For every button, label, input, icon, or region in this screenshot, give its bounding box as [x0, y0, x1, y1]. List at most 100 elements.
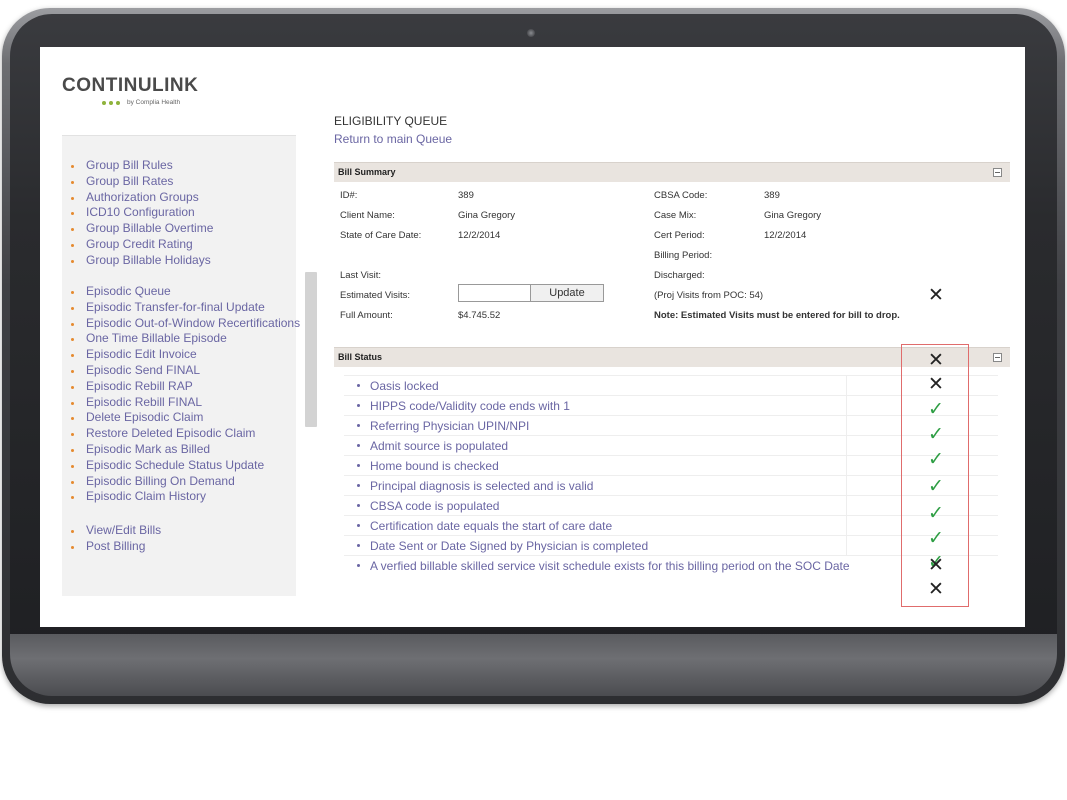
status-row-principal-diagnosis: Principal diagnosis is selected and is v…	[344, 475, 998, 496]
brand-logo: CONTINULINK by Complia Health	[62, 75, 199, 106]
estimated-visits-note: Note: Estimated Visits must be entered f…	[654, 310, 900, 321]
soc-date-label: State of Care Date:	[340, 230, 422, 241]
status-row-visit-schedule: A verfied billable skilled service visit…	[344, 555, 998, 576]
bullet-icon	[71, 196, 74, 200]
sidebar-item-episodic-edit-invoice[interactable]: Episodic Edit Invoice	[66, 347, 300, 363]
sidebar-item-authorization-groups[interactable]: Authorization Groups	[66, 190, 213, 206]
summary-x-icon: ✕	[928, 285, 944, 306]
bullet-icon	[71, 228, 74, 232]
bullet-icon	[357, 404, 360, 407]
bullet-icon	[71, 369, 74, 373]
bullet-icon	[357, 424, 360, 427]
bullet-icon	[71, 530, 74, 533]
update-button[interactable]: Update	[530, 284, 604, 302]
client-name-value: Gina Gregory	[458, 210, 516, 221]
bullet-icon	[71, 306, 74, 310]
bullet-icon	[357, 544, 360, 547]
client-name-label: Client Name:	[340, 210, 395, 221]
bullet-icon	[71, 259, 74, 263]
full-amount-label: Full Amount:	[340, 310, 393, 321]
sidebar-scrollbar[interactable]	[305, 272, 317, 427]
bullet-icon	[71, 322, 74, 326]
id-label: ID#:	[340, 190, 358, 201]
estimated-visits-label: Estimated Visits:	[340, 290, 411, 301]
sidebar-item-group-bill-rules[interactable]: Group Bill Rules	[66, 158, 213, 174]
full-amount-value: $4.745.52	[458, 310, 501, 321]
collapse-icon[interactable]	[993, 353, 1002, 362]
bullet-icon	[357, 524, 360, 527]
page-title: ELIGIBILITY QUEUE	[334, 114, 448, 128]
sidebar-nav: Group Bill Rules Group Bill Rates Author…	[62, 135, 300, 596]
bullet-icon	[71, 180, 74, 184]
status-highlight-box	[901, 344, 969, 607]
bullet-icon	[71, 338, 74, 342]
sidebar-item-episodic-rebill-final[interactable]: Episodic Rebill FINAL	[66, 395, 300, 411]
sidebar-item-episodic-claim-history[interactable]: Episodic Claim History	[66, 489, 300, 505]
sidebar-item-episodic-queue[interactable]: Episodic Queue	[66, 284, 300, 300]
logo-tagline: by Complia Health	[102, 99, 180, 106]
sidebar-item-group-billable-overtime[interactable]: Group Billable Overtime	[66, 221, 213, 237]
bullet-icon	[71, 243, 74, 247]
soc-date-value: 12/2/2014	[458, 230, 501, 241]
bullet-icon	[71, 480, 74, 484]
bullet-icon	[357, 384, 360, 387]
bullet-icon	[357, 484, 360, 487]
bullet-icon	[71, 448, 74, 452]
bullet-icon	[71, 433, 74, 437]
sidebar-item-view-edit-bills[interactable]: View/Edit Bills	[66, 523, 161, 539]
sidebar-item-one-time-billable[interactable]: One Time Billable Episode	[66, 331, 300, 347]
sidebar-item-delete-episodic-claim[interactable]: Delete Episodic Claim	[66, 410, 300, 426]
sidebar-item-group-credit-rating[interactable]: Group Credit Rating	[66, 237, 213, 253]
logo-wordmark: CONTINULINK	[62, 75, 199, 96]
case-mix-label: Case Mix:	[654, 210, 697, 221]
return-to-queue-link[interactable]: Return to main Queue	[334, 132, 452, 146]
sidebar-item-episodic-rebill-rap[interactable]: Episodic Rebill RAP	[66, 379, 300, 395]
sidebar-item-episodic-mark-billed[interactable]: Episodic Mark as Billed	[66, 442, 300, 458]
sidebar-item-episodic-transfer[interactable]: Episodic Transfer-for-final Update	[66, 300, 300, 316]
collapse-icon[interactable]	[993, 168, 1002, 177]
status-row-date-sent: Date Sent or Date Signed by Physician is…	[344, 535, 998, 556]
status-row-home-bound: Home bound is checked	[344, 455, 998, 476]
sidebar-item-episodic-send-final[interactable]: Episodic Send FINAL	[66, 363, 300, 379]
proj-visits-note: (Proj Visits from POC: 54)	[654, 290, 764, 301]
estimated-visits-input[interactable]	[458, 284, 532, 302]
bill-summary-title: Bill Summary	[338, 167, 396, 177]
sidebar-item-restore-deleted-claim[interactable]: Restore Deleted Episodic Claim	[66, 426, 300, 442]
bullet-icon	[71, 165, 74, 168]
sidebar-item-icd10-configuration[interactable]: ICD10 Configuration	[66, 205, 213, 221]
sidebar-item-post-billing[interactable]: Post Billing	[66, 539, 161, 555]
logo-tagline-text: by Complia Health	[127, 99, 181, 106]
sidebar-item-episodic-out-of-window[interactable]: Episodic Out-of-Window Recertifications	[66, 316, 300, 332]
sidebar-group-bills: View/Edit Bills Post Billing	[66, 523, 161, 555]
sidebar-item-episodic-schedule-status[interactable]: Episodic Schedule Status Update	[66, 458, 300, 474]
bullet-icon	[71, 401, 74, 405]
bullet-icon	[357, 464, 360, 467]
bullet-icon	[357, 564, 360, 567]
bullet-icon	[357, 444, 360, 447]
sidebar-item-episodic-billing-on-demand[interactable]: Episodic Billing On Demand	[66, 474, 300, 490]
sidebar-group-episodic: Episodic Queue Episodic Transfer-for-fin…	[66, 284, 300, 505]
bill-summary-header: Bill Summary	[334, 162, 1010, 182]
bullet-icon	[357, 504, 360, 507]
status-row-oasis-locked: Oasis locked	[344, 375, 998, 396]
billing-period-label: Billing Period:	[654, 250, 713, 261]
status-row-admit-source: Admit source is populated	[344, 435, 998, 456]
sidebar-item-group-bill-rates[interactable]: Group Bill Rates	[66, 174, 213, 190]
sidebar-group-billing-rules: Group Bill Rules Group Bill Rates Author…	[66, 158, 213, 269]
bill-status-title: Bill Status	[338, 352, 383, 362]
sidebar-item-group-billable-holidays[interactable]: Group Billable Holidays	[66, 253, 213, 269]
case-mix-value: Gina Gregory	[764, 210, 822, 221]
status-row-certification-date: Certification date equals the start of c…	[344, 515, 998, 536]
cert-period-label: Cert Period:	[654, 230, 705, 241]
bullet-icon	[71, 291, 74, 294]
id-value: 389	[458, 190, 474, 201]
status-row-referring-physician: Referring Physician UPIN/NPI	[344, 415, 998, 436]
logo-dot-icon	[109, 100, 113, 105]
bullet-icon	[71, 464, 74, 468]
last-visit-label: Last Visit:	[340, 270, 382, 281]
bullet-icon	[71, 212, 74, 216]
bullet-icon	[71, 354, 74, 358]
logo-dot-icon	[116, 100, 120, 105]
cbsa-code-value: 389	[764, 190, 780, 201]
cbsa-code-label: CBSA Code:	[654, 190, 708, 201]
